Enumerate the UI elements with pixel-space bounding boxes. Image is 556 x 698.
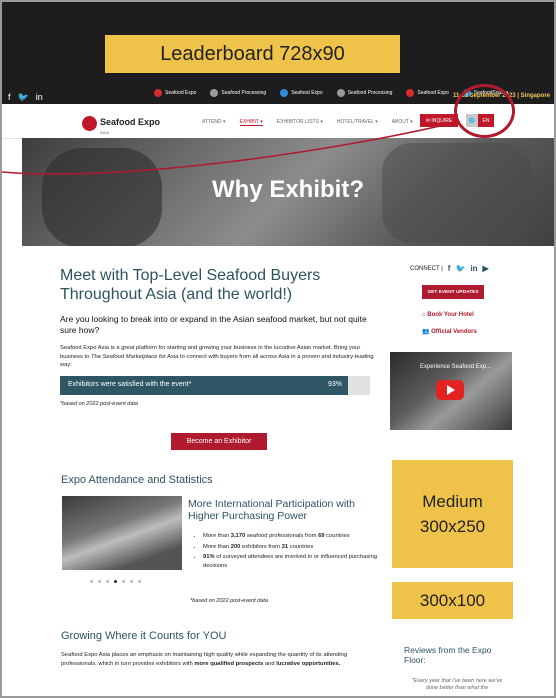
- event-logo[interactable]: Seafood Expo: [154, 89, 196, 97]
- facebook-icon[interactable]: f: [8, 92, 11, 103]
- list-item: More than 200 exhibitors from 31 countri…: [203, 543, 383, 552]
- list-item: 91% of surveyed attendees are involved i…: [203, 553, 383, 570]
- review-quote: "Every year that I've been here we've do…: [411, 678, 503, 691]
- book-hotel-link[interactable]: ⌂ Book Your Hotel: [422, 312, 474, 318]
- video-player[interactable]: Experience Seafood Exp...: [390, 352, 512, 430]
- become-exhibitor-button[interactable]: Become an Exhibitor: [171, 433, 267, 450]
- annotation-curve: [2, 121, 458, 175]
- satisfaction-value: 93%: [327, 380, 342, 388]
- attendance-heading: Expo Attendance and Statistics: [61, 474, 213, 486]
- satisfaction-bar: Exhibitors were satisfied with the event…: [60, 375, 370, 395]
- list-item: More than 3,170 seafood professionals fr…: [203, 532, 383, 541]
- logo-icon: [210, 89, 219, 97]
- stat-footnote: *based on 2022 post-event data: [60, 400, 138, 407]
- carousel-dot[interactable]: [130, 580, 133, 583]
- carousel-dot[interactable]: [90, 580, 93, 583]
- video-title: Experience Seafood Exp...: [420, 364, 492, 370]
- event-logo[interactable]: Seafood Processing: [210, 89, 266, 97]
- play-icon[interactable]: [436, 380, 464, 400]
- intro-paragraph: Seafood Expo Asia is a great platform fo…: [60, 345, 374, 368]
- twitter-icon[interactable]: 🐦: [18, 92, 29, 103]
- lead-text: Are you looking to break into or expand …: [60, 314, 367, 335]
- event-logo[interactable]: Seafood Expo: [280, 89, 323, 97]
- growing-heading: Growing Where it Counts for YOU: [61, 630, 227, 642]
- carousel-dot[interactable]: [114, 580, 117, 583]
- stats-footnote: *based on 2022 post-event data: [190, 598, 268, 604]
- logo-icon: [336, 89, 345, 97]
- logo-icon: [406, 89, 415, 97]
- carousel-dot[interactable]: [106, 580, 109, 583]
- page-frame: Leaderboard 728x90 f 🐦 in Seafood Expo S…: [0, 0, 556, 698]
- youtube-icon[interactable]: ▶: [483, 264, 489, 273]
- linkedin-icon[interactable]: in: [470, 264, 477, 273]
- event-logo[interactable]: Seafood Processing: [336, 89, 392, 97]
- reviews-heading: Reviews from the Expo Floor:: [404, 645, 492, 665]
- stats-subheading: More International Participation with Hi…: [188, 498, 355, 522]
- expo-photo[interactable]: [62, 496, 182, 570]
- event-logo[interactable]: Seafood Expo: [406, 89, 449, 97]
- event-updates-button[interactable]: GET EVENT UPDATES: [422, 285, 484, 299]
- main-content: Meet with Top-Level Seafood Buyers Throu…: [60, 258, 380, 407]
- users-icon: 👥: [422, 329, 432, 335]
- official-vendors-link[interactable]: 👥 Official Vendors: [422, 328, 477, 335]
- twitter-icon[interactable]: 🐦: [455, 264, 465, 273]
- small-banner-ad[interactable]: 300x100: [392, 582, 513, 619]
- leaderboard-ad[interactable]: Leaderboard 728x90: [105, 35, 400, 73]
- main-heading: Meet with Top-Level Seafood Buyers Throu…: [60, 267, 321, 303]
- linkedin-icon[interactable]: in: [36, 92, 43, 103]
- facebook-icon[interactable]: f: [448, 264, 451, 273]
- medium-rectangle-ad[interactable]: Medium 300x250: [392, 460, 513, 568]
- social-links: f 🐦 in: [8, 92, 43, 103]
- growing-paragraph: Seafood Expo Asia places an emphasis on …: [61, 652, 348, 667]
- logo-icon: [280, 89, 289, 97]
- carousel-dots: [90, 580, 141, 583]
- carousel-dot[interactable]: [122, 580, 125, 583]
- carousel-dot[interactable]: [98, 580, 101, 583]
- satisfaction-label: Exhibitors were satisfied with the event…: [68, 380, 192, 388]
- carousel-dot[interactable]: [138, 580, 141, 583]
- connect-bar: CONNECT | f 🐦 in ▶: [410, 264, 489, 273]
- stats-list: More than 3,170 seafood professionals fr…: [195, 532, 383, 572]
- logo-icon: [154, 89, 162, 97]
- connect-label: CONNECT |: [410, 265, 443, 272]
